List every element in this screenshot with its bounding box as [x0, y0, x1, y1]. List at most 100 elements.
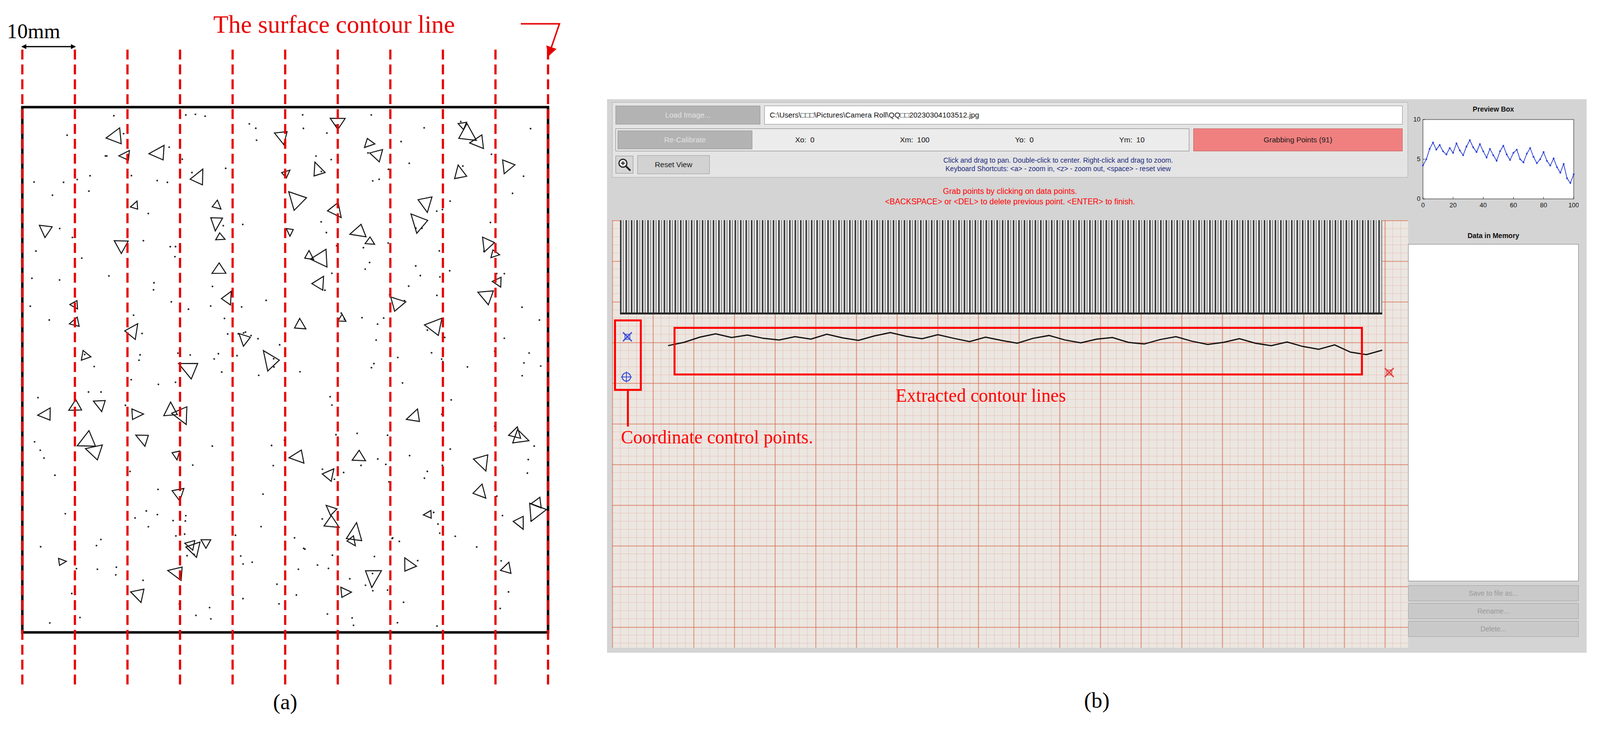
sand-dot — [507, 591, 510, 594]
sand-dot — [461, 165, 464, 168]
sand-dot — [224, 167, 227, 170]
aggregate-icon — [135, 434, 149, 447]
sand-dot — [130, 378, 133, 381]
contour-line — [179, 49, 182, 690]
load-image-button[interactable]: Load Image... — [615, 105, 761, 125]
sand-dot — [115, 573, 118, 576]
sand-dot — [142, 579, 145, 582]
aggregate-icon — [37, 408, 51, 421]
memory-button[interactable]: Save to file as... — [1408, 585, 1579, 602]
sand-dot — [331, 554, 334, 557]
sand-dot — [242, 332, 245, 335]
aggregate-icon — [114, 240, 128, 254]
sand-dot — [128, 470, 131, 473]
sand-dot — [528, 352, 531, 355]
file-path-field[interactable]: C:\Users\□□□\Pictures\Camera Roll\QQ□□20… — [764, 105, 1403, 125]
preview-point — [1428, 147, 1431, 150]
memory-button[interactable]: Rename... — [1408, 603, 1579, 619]
scale-label: 10mm — [6, 19, 61, 43]
sand-dot — [321, 517, 324, 520]
figure: 10mmThe surface contour line (a) Load Im… — [0, 0, 1600, 742]
sand-dot — [257, 374, 260, 377]
preview-point — [1542, 151, 1545, 154]
sand-dot — [426, 329, 429, 332]
profile-gauge — [619, 220, 1383, 315]
sand-dot — [49, 621, 52, 624]
aggregate-icon — [212, 200, 222, 210]
preview-series — [1422, 140, 1574, 184]
preview-point — [1545, 159, 1548, 162]
memory-list[interactable] — [1408, 244, 1579, 582]
grab-points-button[interactable]: Grabbing Points (91) — [1193, 128, 1403, 152]
aggregate-icon — [289, 449, 305, 463]
sand-dot — [438, 275, 441, 278]
sand-dot — [256, 337, 259, 340]
aggregate-icon — [352, 450, 366, 461]
sand-dot — [443, 336, 446, 339]
sand-dot — [320, 170, 323, 173]
sand-dot — [236, 354, 239, 357]
sand-dot — [166, 181, 169, 184]
sand-dot — [342, 471, 345, 474]
sand-dot — [396, 356, 399, 359]
sand-dot — [459, 120, 462, 123]
reset-view-button[interactable]: Reset View — [637, 155, 710, 175]
panel-a: 10mmThe surface contour line (a) — [0, 0, 571, 742]
recalibrate-button[interactable]: Re-Calibrate — [617, 130, 753, 150]
aggregate-icon — [458, 123, 477, 141]
aggregate-icon — [322, 468, 334, 482]
contour-line — [336, 49, 340, 690]
instructions: Grab points by clicking on data points.<… — [612, 186, 1409, 208]
sand-dot — [435, 624, 438, 627]
aggregate-icon — [239, 333, 251, 347]
sand-dot — [108, 274, 111, 277]
sand-dot — [80, 257, 83, 260]
sand-dot — [184, 114, 187, 117]
sand-dot — [157, 383, 160, 386]
sand-dot — [396, 621, 399, 624]
sand-dot — [503, 272, 506, 275]
sand-dot — [367, 152, 370, 155]
calibration-value: 100 — [917, 134, 930, 146]
memory-button[interactable]: Delete... — [1408, 620, 1579, 637]
sand-dot — [529, 127, 532, 130]
sand-dot — [175, 535, 178, 538]
view-row: Reset ViewClick and drag to pan. Double-… — [615, 155, 1403, 175]
aggregate-icon — [346, 522, 362, 542]
aggregate-icon — [185, 542, 201, 558]
sand-dot — [87, 190, 90, 193]
sand-dot — [104, 155, 107, 158]
sand-dot — [438, 532, 441, 535]
sand-dot — [360, 464, 363, 467]
sand-dot — [372, 362, 375, 365]
sand-dot — [527, 458, 530, 461]
sand-dot — [398, 540, 401, 543]
aggregate-icon — [411, 213, 429, 234]
origin-point-icon — [620, 371, 632, 383]
y-tick: 10 — [1413, 115, 1421, 124]
aggregate-icon — [215, 232, 226, 240]
sand-dot — [58, 279, 61, 282]
memory-title: Data in Memory — [1408, 230, 1579, 242]
sand-dot — [371, 180, 374, 183]
aggregate-icon — [340, 587, 352, 598]
sand-dot — [378, 178, 381, 181]
sand-dot — [71, 236, 74, 239]
sand-dot — [384, 463, 387, 466]
aggregate-icon — [189, 169, 203, 185]
sand-dot — [371, 589, 374, 592]
aggregate-icon — [211, 262, 226, 274]
sand-dot — [400, 140, 403, 143]
aggregate-icon — [172, 488, 185, 501]
calibration-item: Xm:100 — [899, 134, 930, 146]
preview-point — [1459, 149, 1462, 152]
x-tick: 40 — [1479, 201, 1487, 209]
contour-line — [284, 49, 287, 690]
aggregate-icon — [221, 291, 232, 306]
sand-dot — [335, 433, 338, 436]
zoom-button[interactable] — [615, 155, 634, 174]
sand-dot — [391, 537, 394, 540]
memory-buttons: Save to file as...Rename...Delete... — [1408, 585, 1579, 637]
sand-dot — [54, 474, 57, 477]
sand-dot — [33, 440, 36, 443]
